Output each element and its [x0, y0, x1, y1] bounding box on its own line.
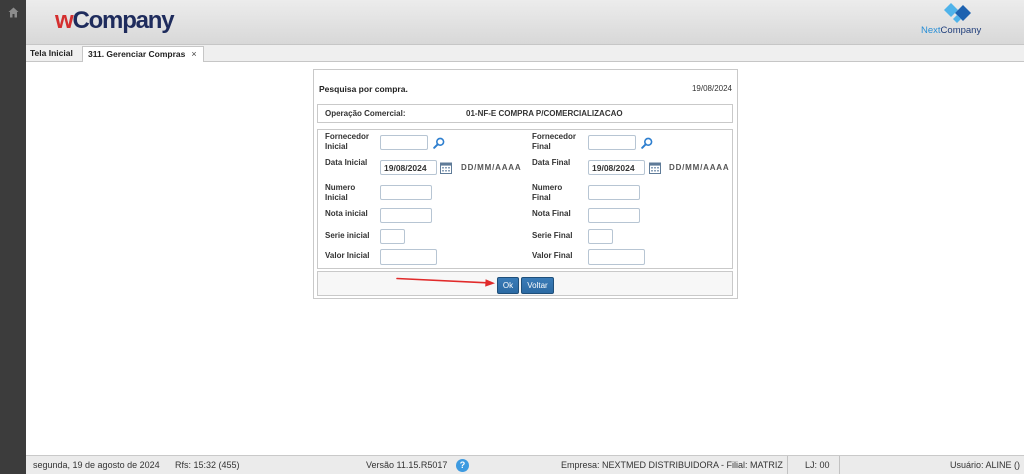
home-icon[interactable]: [8, 5, 19, 18]
fornecedor-inicial-input[interactable]: [380, 135, 428, 150]
status-store: LJ: 00: [805, 460, 830, 470]
help-icon[interactable]: ?: [456, 459, 469, 472]
nota-final-label: Nota Final: [532, 209, 571, 218]
fornecedor-final-input[interactable]: [588, 135, 636, 150]
form-date: 19/08/2024: [691, 84, 732, 93]
partner-logo-icon: [938, 2, 978, 24]
sidebar: [0, 0, 26, 474]
numero-inicial-label: Numero Inicial: [325, 183, 356, 202]
form-title: Pesquisa por compra.: [319, 84, 408, 94]
status-user: Usuário: ALINE (): [949, 460, 1020, 470]
numero-inicial-input[interactable]: [380, 185, 432, 200]
search-form-panel: Pesquisa por compra. 19/08/2024 Operação…: [313, 69, 738, 299]
valor-inicial-label: Valor Inicial: [325, 251, 370, 260]
status-bar: segunda, 19 de agosto de 2024 Rfs: 15:32…: [26, 455, 1024, 474]
logo-prefix: w: [55, 7, 74, 34]
button-bar: Ok Voltar: [317, 271, 733, 296]
numero-final-label: Numero Final: [532, 183, 563, 202]
status-version: Versão 11.15.R5017: [366, 460, 448, 470]
tab-gerenciar-compras[interactable]: 311. Gerenciar Compras ×: [82, 46, 204, 62]
search-icon[interactable]: [641, 136, 653, 149]
data-inicial-input[interactable]: [380, 160, 437, 175]
search-icon[interactable]: [433, 136, 445, 149]
nota-inicial-input[interactable]: [380, 208, 432, 223]
tab-label: Tela Inicial: [30, 48, 73, 58]
logo-name: Company: [72, 7, 174, 34]
status-date: segunda, 19 de agosto de 2024: [33, 460, 160, 470]
date-format-hint: DD/MM/AAAA: [669, 163, 730, 172]
fornecedor-inicial-label: Fornecedor Inicial: [325, 132, 370, 151]
data-final-input[interactable]: [588, 160, 645, 175]
fields-box: Fornecedor Inicial Fornecedor Final Data…: [317, 129, 733, 269]
tab-bar: Tela Inicial 311. Gerenciar Compras ×: [26, 45, 1024, 62]
tab-label: 311. Gerenciar Compras: [88, 49, 186, 59]
status-divider: [839, 456, 840, 474]
header: wCompany NextCompany: [26, 0, 1024, 45]
calendar-icon[interactable]: [440, 161, 452, 174]
operation-box: Operação Comercial: 01-NF-E COMPRA P/COM…: [317, 104, 733, 123]
ok-button[interactable]: Ok: [497, 277, 519, 294]
red-arrow-annotation: [390, 272, 498, 290]
partner-logo-prefix: Next: [921, 25, 941, 36]
status-refresh: Rfs: 15:32 (455): [175, 460, 240, 470]
operation-value: 01-NF-E COMPRA P/COMERCIALIZACAO: [466, 109, 623, 118]
nota-final-input[interactable]: [588, 208, 640, 223]
status-divider: [787, 456, 788, 474]
date-format-hint: DD/MM/AAAA: [461, 163, 522, 172]
company-logo: wCompany: [55, 7, 175, 35]
valor-final-label: Valor Final: [532, 251, 573, 260]
close-icon[interactable]: ×: [191, 49, 196, 59]
valor-inicial-input[interactable]: [380, 249, 437, 265]
data-final-label: Data Final: [532, 158, 571, 167]
partner-logo-name: Company: [940, 25, 982, 36]
serie-inicial-label: Serie inicial: [325, 231, 370, 240]
data-inicial-label: Data Inicial: [325, 158, 368, 167]
valor-final-input[interactable]: [588, 249, 645, 265]
nota-inicial-label: Nota inicial: [325, 209, 368, 218]
partner-logo: NextCompany: [921, 25, 981, 36]
operation-label: Operação Comercial:: [325, 109, 406, 118]
numero-final-input[interactable]: [588, 185, 640, 200]
calendar-icon[interactable]: [649, 161, 661, 174]
tab-tela-inicial[interactable]: Tela Inicial: [27, 46, 76, 61]
back-button[interactable]: Voltar: [521, 277, 554, 294]
serie-inicial-input[interactable]: [380, 229, 405, 244]
serie-final-label: Serie Final: [532, 231, 573, 240]
serie-final-input[interactable]: [588, 229, 613, 244]
fornecedor-final-label: Fornecedor Final: [532, 132, 577, 151]
status-company: Empresa: NEXTMED DISTRIBUIDORA - Filial:…: [561, 460, 783, 470]
